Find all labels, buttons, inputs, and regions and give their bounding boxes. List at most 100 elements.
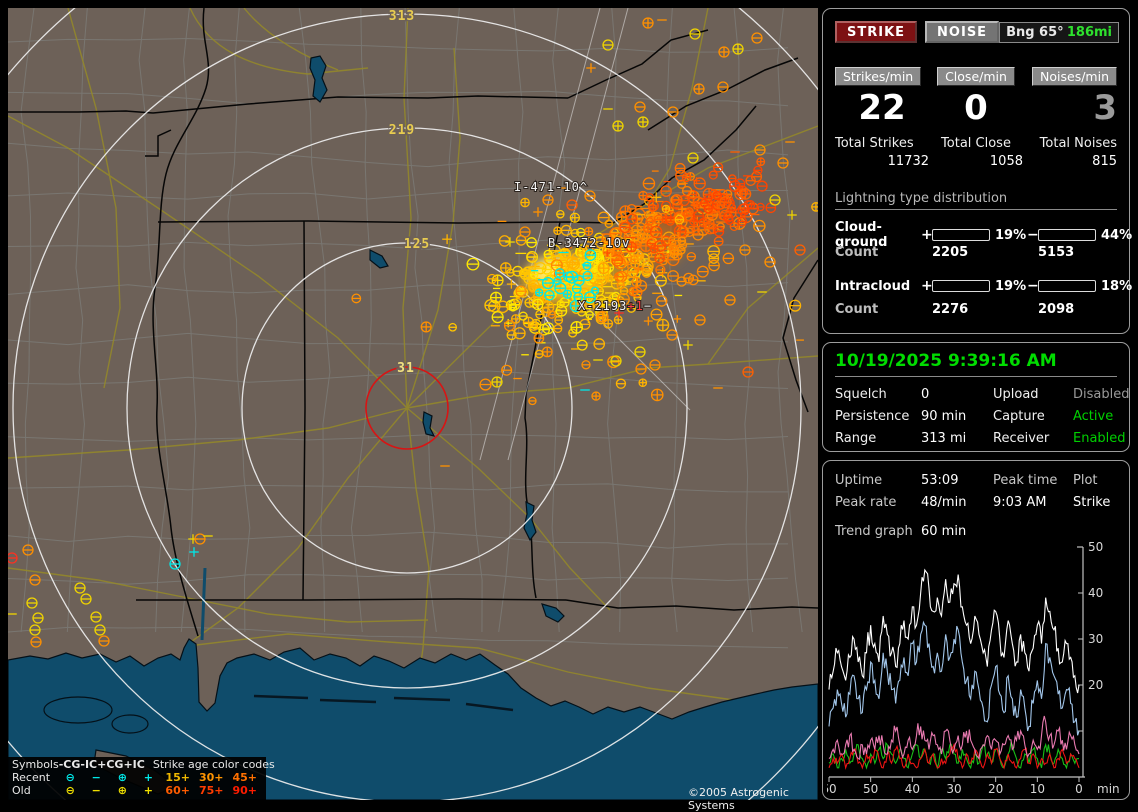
cg-minus-pct: 44% (1101, 227, 1133, 243)
legend-age-header: Strike age color codes (152, 757, 275, 771)
ic-plus-pct: 19% (995, 278, 1027, 294)
peak-rate-value: 48/min (921, 495, 967, 510)
cg-plus-count: 2205 (932, 245, 969, 260)
trend-ytick: 50 (1088, 540, 1103, 554)
legend-age-code: 90+ (232, 783, 258, 797)
ring-label-313: 313 (389, 9, 415, 24)
trend-chart: 50 40 30 20 60 50 40 30 20 10 0 min (827, 540, 1120, 796)
trend-xtick: 20 (988, 782, 1003, 796)
capture-label: Capture (993, 409, 1045, 424)
storm-cell-label: I-471-10^ (514, 180, 588, 194)
legend-row-recent: Recent ⊖ − ⊕ +15+ 30+ 45+ (12, 771, 262, 784)
count-label: Count (835, 245, 879, 260)
intracloud-label: Intracloud (835, 278, 911, 294)
trend-x-unit: min (1097, 782, 1120, 796)
legend-age-code: 15+ (165, 770, 190, 784)
capture-status: Active (1073, 409, 1114, 424)
strikes-per-min-chip[interactable]: Strikes/min (835, 67, 922, 86)
total-noises-value: 815 (1092, 154, 1117, 169)
plus-sign: + (921, 227, 933, 243)
lightning-map[interactable]: 31 125 219 313 I-471-10^ B-3472-10v X-2193+1− … (8, 8, 818, 812)
trend-xtick: 60 (827, 782, 837, 796)
bearing-distance: 186mi (1066, 24, 1112, 40)
upload-label: Upload (993, 387, 1039, 402)
trend-xtick: 10 (1030, 782, 1045, 796)
legend-glyph: + (143, 770, 153, 784)
squelch-value: 0 (921, 387, 930, 402)
map-canvas: 31 125 219 313 I-471-10^ B-3472-10v X-2193+1− (8, 8, 818, 800)
legend-symbols-header: Symbols (12, 757, 59, 771)
trend-ytick: 30 (1088, 632, 1103, 646)
cg-plus-bar (932, 229, 990, 241)
legend-col-nic: -IC (80, 757, 98, 771)
strikes-column: Strikes/min 22 Total Strikes 11732 (835, 67, 929, 169)
uptime-label: Uptime (835, 473, 883, 488)
close-per-min-value: 0 (964, 88, 988, 128)
legend-glyph: − (91, 770, 101, 784)
receiver-label: Receiver (993, 431, 1050, 446)
map-symbol-legend: Symbols -CG -IC +CG +IC Strike age color… (8, 757, 275, 800)
uptime-value: 53:09 (921, 473, 959, 488)
legend-glyph: + (143, 783, 153, 797)
noise-button[interactable]: NOISE (925, 21, 1000, 43)
storm-cell-label: X-2193+1− (578, 299, 652, 313)
ic-minus-pct: 18% (1101, 278, 1133, 294)
total-close-label: Total Close (941, 136, 1011, 151)
bearing-label: Bng 65° (1006, 24, 1064, 40)
total-strikes-value: 11732 (887, 154, 929, 169)
bearing-readout: Bng 65° 186mi (999, 21, 1119, 43)
trend-panel: Uptime 53:09 Peak time Plot Peak rate 48… (822, 460, 1130, 800)
legend-age-code: 45+ (232, 770, 258, 784)
trend-ytick: 40 (1088, 586, 1103, 600)
legend-glyph: ⊖ (65, 783, 75, 797)
legend-age-code: 60+ (165, 783, 190, 797)
trend-xtick: 0 (1075, 782, 1083, 796)
strikes-per-min-value: 22 (858, 88, 906, 128)
total-strikes-label: Total Strikes (835, 136, 914, 151)
peak-rate-label: Peak rate (835, 495, 897, 510)
close-column: Close/min 0 Total Close 1058 (929, 67, 1023, 169)
minus-sign: − (1027, 278, 1039, 294)
trend-series-Total strikes/min (828, 568, 1080, 694)
peak-time-value: 9:03 AM (993, 495, 1047, 510)
legend-age-code: 30+ (198, 770, 224, 784)
plot-label: Plot (1073, 473, 1098, 488)
legend-col-pcg: +CG (97, 757, 124, 771)
minus-sign: − (1027, 227, 1039, 243)
squelch-label: Squelch (835, 387, 887, 402)
cloud-ground-count-row: Count 2205 5153 (835, 245, 1121, 261)
trend-xtick: 30 (946, 782, 961, 796)
strike-button[interactable]: STRIKE (835, 21, 918, 43)
legend-col-ncg: -CG (58, 757, 81, 771)
status-panel: 10/19/2025 9:39:16 AM Squelch 0 Upload D… (822, 342, 1130, 452)
legend-row-old: Old ⊖ − ⊕ +60+ 75+ 90+ (12, 784, 262, 797)
ring-label-219: 219 (389, 123, 415, 138)
persistence-label: Persistence (835, 409, 910, 424)
count-label: Count (835, 302, 879, 317)
cg-minus-count: 5153 (1038, 245, 1075, 260)
legend-glyph: ⊖ (65, 770, 75, 784)
ic-plus-bar (932, 280, 990, 292)
legend-col-pic: +IC (123, 757, 145, 771)
plus-sign: + (921, 278, 933, 294)
copyright-text: ©2005 Astrogenic Systems (688, 786, 789, 812)
upload-status: Disabled (1073, 387, 1130, 402)
plot-value: Strike (1073, 495, 1111, 510)
legend-row-label: Recent (12, 770, 51, 784)
legend-age-code: 75+ (198, 783, 224, 797)
strike-stats-panel: STRIKE NOISE Bng 65° 186mi Strikes/min 2… (822, 8, 1133, 334)
info-grid: Uptime 53:09 Peak time Plot Peak rate 48… (835, 473, 1117, 510)
trend-ytick: 20 (1088, 678, 1103, 692)
close-per-min-chip[interactable]: Close/min (937, 67, 1015, 86)
legend-row-label: Old (12, 783, 31, 797)
noises-per-min-chip[interactable]: Noises/min (1032, 67, 1117, 86)
trend-xtick: 40 (905, 782, 920, 796)
legend-glyph: − (91, 783, 101, 797)
range-value: 313 mi (921, 431, 967, 446)
status-grid: Squelch 0 Upload Disabled Persistence 90… (835, 387, 1129, 446)
cg-plus-pct: 19% (995, 227, 1027, 243)
total-noises-label: Total Noises (1039, 136, 1117, 151)
ring-label-31: 31 (397, 361, 415, 376)
cloud-ground-row: Cloud-ground + 19% − 44% (835, 220, 1132, 250)
datetime-display: 10/19/2025 9:39:16 AM (835, 351, 1117, 377)
